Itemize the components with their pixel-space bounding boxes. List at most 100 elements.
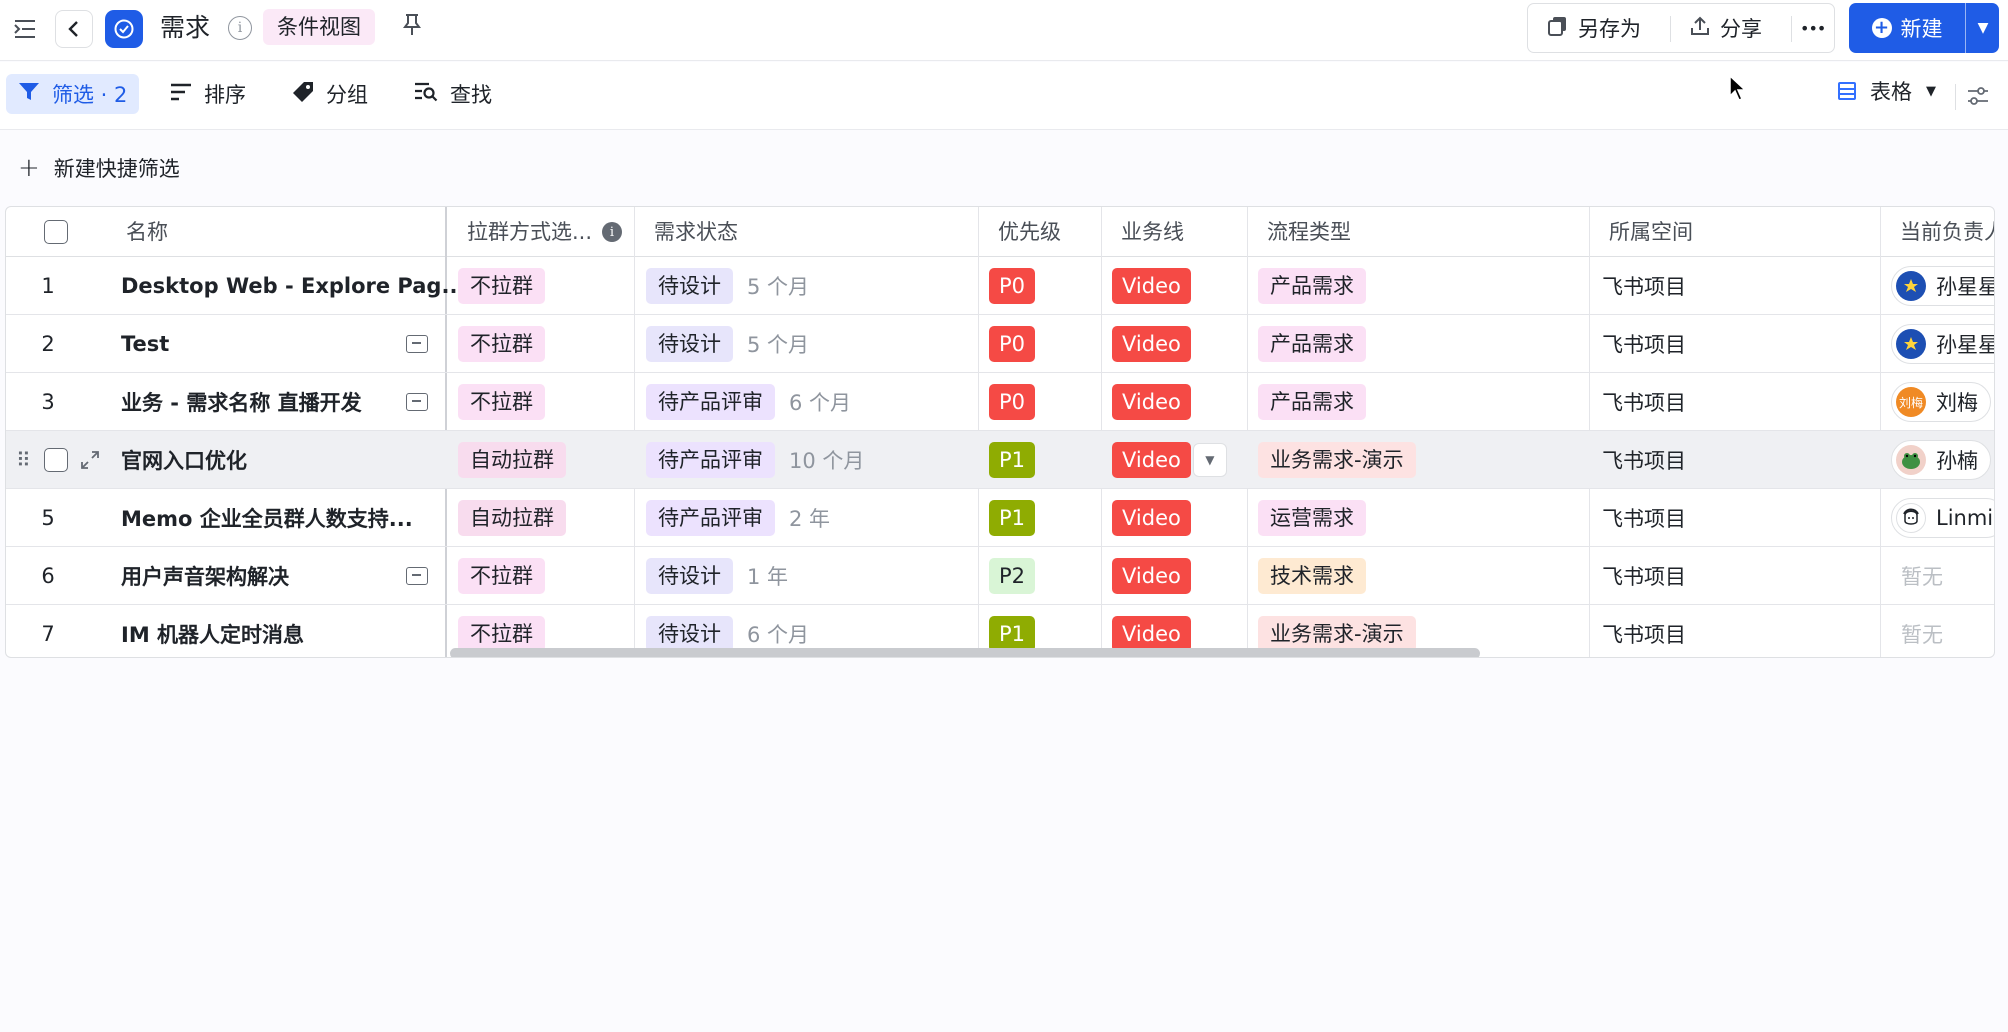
- more-icon[interactable]: •••: [1800, 4, 1826, 52]
- checkbox[interactable]: [44, 448, 68, 472]
- status-cell[interactable]: 待产品评审 2 年: [646, 489, 830, 547]
- requirement-name[interactable]: IM 机器人定时消息: [121, 605, 304, 657]
- info-icon[interactable]: i: [602, 222, 622, 242]
- share-button[interactable]: 分享: [1690, 4, 1762, 52]
- column-header-pull-method[interactable]: 拉群方式选...: [467, 207, 597, 257]
- requirement-name[interactable]: Memo 企业全员群人数支持...: [121, 489, 413, 547]
- priority-cell[interactable]: P0: [989, 257, 1036, 315]
- column-header-priority[interactable]: 优先级: [998, 207, 1061, 257]
- column-header-space[interactable]: 所属空间: [1609, 207, 1693, 257]
- filter-button[interactable]: 筛选 · 2: [6, 74, 140, 114]
- status-cell[interactable]: 待设计 1 年: [646, 547, 788, 605]
- view-type-switch[interactable]: 表格 ▼: [1838, 76, 1936, 106]
- owner-chip[interactable]: 孙楠: [1891, 440, 1991, 480]
- column-header-flow-type[interactable]: 流程类型: [1267, 207, 1351, 257]
- priority-cell[interactable]: P0: [989, 315, 1036, 373]
- save-as-button[interactable]: 另存为: [1548, 4, 1641, 52]
- owner-empty: 暂无: [1901, 623, 1943, 647]
- priority-cell[interactable]: P2: [989, 547, 1036, 605]
- drag-handle-icon[interactable]: ⠿: [16, 431, 31, 489]
- requirement-name[interactable]: 用户声音架构解决: [121, 547, 289, 605]
- priority-cell[interactable]: P0: [989, 373, 1036, 431]
- status-cell[interactable]: 待产品评审 10 个月: [646, 431, 864, 489]
- row-checkbox[interactable]: [44, 431, 68, 489]
- business-line-cell[interactable]: Video ▼: [1112, 431, 1227, 489]
- row-index: 7: [41, 622, 55, 646]
- priority-cell[interactable]: P1: [989, 431, 1036, 489]
- select-all-checkbox[interactable]: [44, 207, 68, 257]
- column-header-status[interactable]: 需求状态: [654, 207, 738, 257]
- page-title: 需求: [160, 13, 211, 42]
- owner-chip[interactable]: 刘梅 刘梅: [1891, 382, 1991, 422]
- business-line-cell[interactable]: Video: [1112, 547, 1191, 605]
- expand-icon[interactable]: [80, 431, 100, 489]
- owner-cell[interactable]: 刘梅 刘梅: [1891, 373, 1991, 431]
- view-name-chip[interactable]: 条件视图: [263, 9, 375, 45]
- flow-type-cell[interactable]: 产品需求: [1258, 257, 1366, 315]
- column-header-business-line[interactable]: 业务线: [1121, 207, 1184, 257]
- priority-cell[interactable]: P1: [989, 489, 1036, 547]
- owner-cell[interactable]: 孙星星: [1891, 315, 1994, 373]
- pull-method-cell[interactable]: 不拉群: [458, 373, 545, 431]
- requirement-name[interactable]: 业务 - 需求名称 直播开发: [121, 373, 362, 431]
- mouse-cursor-icon: [1728, 74, 1748, 107]
- pull-method-cell[interactable]: 自动拉群: [458, 489, 566, 547]
- column-header-owner[interactable]: 当前负责人: [1900, 207, 1994, 257]
- owner-cell[interactable]: 孙星星: [1891, 257, 1994, 315]
- requirement-name[interactable]: Test: [121, 315, 169, 373]
- back-button[interactable]: [55, 10, 93, 48]
- requirement-name[interactable]: Desktop Web - Explore Pag...: [121, 257, 465, 315]
- pin-icon[interactable]: [402, 13, 422, 43]
- sidebar-toggle-icon[interactable]: [10, 14, 40, 44]
- table-row[interactable]: ⠿ 官网入口优化 自动拉群 待产品评审 10 个月 P1 Video ▼ 业务需求-演示 飞书项目…: [6, 431, 1994, 489]
- comment-icon[interactable]: [406, 335, 428, 353]
- priority-tag: P1: [989, 616, 1036, 652]
- flow-type-cell[interactable]: 产品需求: [1258, 373, 1366, 431]
- group-button[interactable]: 分组: [280, 74, 380, 114]
- view-toolbar: 筛选 · 2 排序 分组 查找 表格 ▼: [0, 62, 2008, 130]
- business-line-cell[interactable]: Video: [1112, 315, 1191, 373]
- new-quick-filter-button[interactable]: + 新建快捷筛选: [18, 153, 180, 183]
- flow-type-cell[interactable]: 技术需求: [1258, 547, 1366, 605]
- owner-cell[interactable]: 暂无: [1901, 605, 1943, 657]
- settings-sliders-icon[interactable]: [1964, 82, 1992, 110]
- divider: [1965, 3, 1966, 53]
- table-row[interactable]: 1 Desktop Web - Explore Pag... 不拉群 待设计 5 个月 P…: [6, 257, 1994, 315]
- pull-method-tag: 自动拉群: [458, 442, 566, 478]
- status-cell[interactable]: 待设计 5 个月: [646, 257, 809, 315]
- table-row[interactable]: 5 Memo 企业全员群人数支持... 自动拉群 待产品评审 2 年 P1 Video 运营需…: [6, 489, 1994, 547]
- owner-chip[interactable]: 孙星星: [1891, 266, 1994, 306]
- pull-method-cell[interactable]: 不拉群: [458, 547, 545, 605]
- sort-button[interactable]: 排序: [158, 74, 258, 114]
- new-dropdown-icon[interactable]: ▼: [1967, 3, 1999, 53]
- owner-cell[interactable]: Linmi: [1891, 489, 1994, 547]
- business-line-cell[interactable]: Video: [1112, 489, 1191, 547]
- business-line-cell[interactable]: Video: [1112, 373, 1191, 431]
- flow-type-cell[interactable]: 运营需求: [1258, 489, 1366, 547]
- owner-cell[interactable]: 孙楠: [1891, 431, 1991, 489]
- status-cell[interactable]: 待设计 5 个月: [646, 315, 809, 373]
- new-button[interactable]: + 新建: [1849, 3, 1965, 53]
- filter-icon: [18, 82, 40, 107]
- comment-icon[interactable]: [406, 393, 428, 411]
- table-row[interactable]: 3 业务 - 需求名称 直播开发 不拉群 待产品评审 6 个月 P0 Video 产品需求 飞书…: [6, 373, 1994, 431]
- flow-type-cell[interactable]: 产品需求: [1258, 315, 1366, 373]
- flow-type-cell[interactable]: 业务需求-演示: [1258, 431, 1416, 489]
- info-icon[interactable]: i: [228, 16, 252, 40]
- table-row[interactable]: 6 用户声音架构解决 不拉群 待设计 1 年 P2 Video 技术需求 飞书项目 暂无: [6, 547, 1994, 605]
- pull-method-cell[interactable]: 不拉群: [458, 257, 545, 315]
- horizontal-scrollbar[interactable]: [450, 648, 1480, 657]
- column-header-name[interactable]: 名称: [126, 207, 168, 257]
- table-row[interactable]: 2 Test 不拉群 待设计 5 个月 P0 Video 产品需求 飞书项目 孙星星: [6, 315, 1994, 373]
- owner-cell[interactable]: 暂无: [1901, 547, 1943, 605]
- business-line-cell[interactable]: Video: [1112, 257, 1191, 315]
- pull-method-cell[interactable]: 不拉群: [458, 315, 545, 373]
- owner-chip[interactable]: 孙星星: [1891, 324, 1994, 364]
- owner-chip[interactable]: Linmi: [1891, 498, 1994, 538]
- pull-method-cell[interactable]: 自动拉群: [458, 431, 566, 489]
- dropdown-icon[interactable]: ▼: [1192, 443, 1227, 477]
- requirement-name[interactable]: 官网入口优化: [121, 431, 247, 489]
- comment-icon[interactable]: [406, 567, 428, 585]
- find-button[interactable]: 查找: [402, 74, 504, 114]
- status-cell[interactable]: 待产品评审 6 个月: [646, 373, 851, 431]
